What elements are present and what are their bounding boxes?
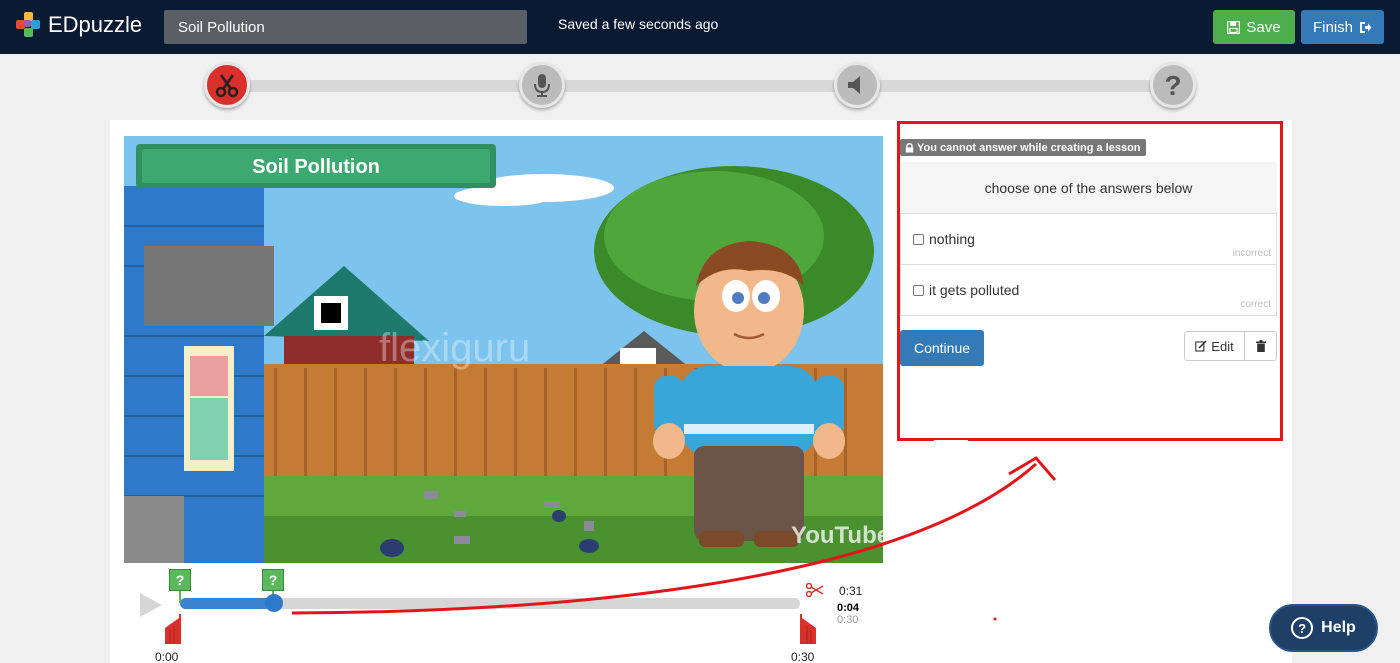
steps-progress-line [228,80,1174,92]
video-watermark: flexiguru [379,326,530,370]
lock-notice-badge: You cannot answer while creating a lesso… [900,139,1146,156]
question-prompt: choose one of the answers below [900,162,1277,214]
timeline-progress [180,598,274,609]
edit-button[interactable]: Edit [1184,331,1245,361]
trim-end-handle[interactable] [800,614,818,644]
floppy-disk-icon [1227,20,1241,34]
trimmed-duration: 0:30 [837,614,859,626]
trim-start-handle[interactable] [163,614,181,644]
top-bar: EDpuzzle Saved a few seconds ago Save Fi… [0,0,1400,54]
finish-label: Finish [1312,18,1353,36]
edit-icon [1195,340,1207,352]
sign-out-icon [1360,21,1372,33]
answer-option[interactable]: it gets polluted correct [900,265,1277,316]
step-quiz[interactable]: ? [1150,62,1196,108]
current-time: 0:04 [837,602,860,614]
finish-button[interactable]: Finish [1301,10,1384,44]
scissors-icon [215,74,239,98]
app-name: EDpuzzle [48,12,143,37]
question-marker[interactable]: ? [262,569,284,591]
lesson-title-input[interactable] [164,10,527,44]
step-audio-notes[interactable] [834,62,880,108]
save-button[interactable]: Save [1213,10,1295,44]
trash-icon [1255,340,1266,352]
video-player[interactable]: Soil Pollution flexiguru YouTube [124,136,883,563]
timeline-scrubber[interactable] [265,594,283,612]
help-question-icon: ? [1291,617,1314,639]
total-duration: 0:31 [839,584,863,598]
svg-text:?: ? [1164,71,1181,99]
edit-label: Edit [1211,338,1234,354]
scissors-cut-icon[interactable] [806,583,824,597]
play-icon[interactable] [138,592,164,618]
save-label: Save [1246,18,1281,36]
continue-button[interactable]: Continue [900,330,984,366]
puzzle-logo-icon [16,12,40,38]
timeline-start-label: 0:00 [155,650,179,663]
answer-checkbox[interactable] [913,285,924,296]
saved-status: Saved a few seconds ago [558,16,719,32]
delete-button[interactable] [1244,331,1277,361]
speaker-icon [848,76,860,94]
question-marker-stem [179,589,181,603]
answer-label: it gets polluted [929,282,1020,298]
answer-status: incorrect [1232,248,1271,259]
step-cut[interactable] [204,62,250,108]
video-title-banner: Soil Pollution [252,156,380,178]
answer-checkbox[interactable] [913,234,924,245]
answer-option[interactable]: nothing incorrect [900,214,1277,265]
answer-label: nothing [929,231,975,247]
question-icon: ? [1164,71,1181,99]
edpuzzle-logo[interactable]: EDpuzzle [16,12,142,38]
question-marker[interactable]: ? [169,569,191,591]
help-button[interactable]: ? Help [1269,604,1378,652]
lock-icon [905,142,914,152]
microphone-icon [534,74,550,97]
help-label: Help [1321,619,1356,636]
step-voiceover[interactable] [519,62,565,108]
lock-notice-text: You cannot answer while creating a lesso… [917,141,1141,154]
youtube-logo: YouTube [791,522,883,549]
timeline-end-label: 0:30 [791,650,815,663]
answer-status: correct [1240,299,1271,310]
video-frame: Soil Pollution flexiguru YouTube [124,136,883,563]
